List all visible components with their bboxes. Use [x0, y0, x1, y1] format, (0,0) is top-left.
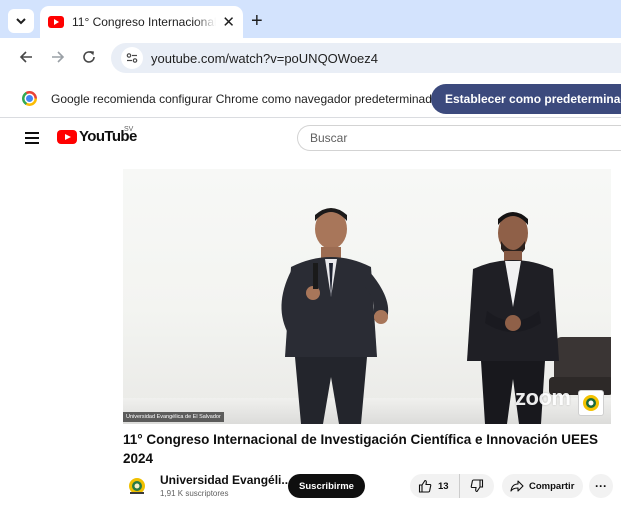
url-text: youtube.com/watch?v=poUNQOWoez4: [151, 50, 379, 66]
reload-icon: [83, 51, 95, 63]
address-bar[interactable]: youtube.com/watch?v=poUNQOWoez4: [111, 43, 621, 73]
tune-icon: [126, 53, 138, 63]
university-seal-icon: [129, 478, 145, 494]
default-browser-infobar: Google recomienda configurar Chrome como…: [0, 78, 621, 118]
tab-title: 11° Congreso Internacional de Investigac…: [72, 15, 217, 29]
like-button[interactable]: 13: [410, 474, 460, 498]
share-label: Compartir: [529, 480, 575, 492]
zoom-watermark-logo: zoom: [515, 385, 571, 410]
hamburger-menu-icon[interactable]: [25, 132, 39, 144]
site-info-button[interactable]: [121, 47, 143, 69]
active-tab[interactable]: 11° Congreso Internacional de Investigac…: [40, 6, 243, 38]
chevron-down-icon: [16, 17, 26, 24]
video-player[interactable]: zoom Universidad Evangélica de El Salvad…: [123, 169, 611, 424]
browser-tab-strip: 11° Congreso Internacional de Investigac…: [0, 0, 621, 38]
forward-button[interactable]: [47, 46, 69, 68]
university-watermark-text: Universidad Evangélica de El Salvador: [123, 412, 224, 422]
back-button[interactable]: [15, 46, 37, 68]
subscribe-button[interactable]: Suscribirme: [288, 474, 365, 498]
dislike-button[interactable]: [460, 474, 494, 498]
close-tab-icon[interactable]: ✕: [222, 15, 235, 30]
set-default-browser-button[interactable]: Establecer como predeterminado: [431, 84, 621, 114]
share-arrow-icon: [510, 480, 524, 492]
youtube-masthead: YouTube SV Buscar: [0, 119, 621, 159]
video-title: 11° Congreso Internacional de Investigac…: [123, 432, 599, 466]
search-input[interactable]: Buscar: [297, 125, 621, 151]
like-count: 13: [438, 480, 449, 492]
arrow-right-icon: [52, 51, 65, 63]
like-dislike-group: 13: [410, 474, 494, 498]
subscriber-count: 1,91 K suscriptores: [160, 489, 229, 498]
youtube-favicon-icon: [48, 16, 64, 28]
country-code: SV: [124, 126, 134, 133]
more-actions-button[interactable]: ···: [589, 474, 613, 498]
chrome-logo-icon: [22, 91, 37, 106]
new-tab-button[interactable]: +: [251, 11, 263, 31]
channel-avatar[interactable]: [125, 474, 149, 498]
channel-name[interactable]: Universidad Evangéli...: [160, 473, 291, 487]
channel-watermark-icon[interactable]: [578, 390, 604, 416]
university-seal-icon: [583, 395, 599, 411]
search-placeholder: Buscar: [310, 131, 348, 145]
reload-button[interactable]: [78, 46, 100, 68]
infobar-message: Google recomienda configurar Chrome como…: [51, 92, 439, 106]
speaker-left-figure: [281, 208, 389, 424]
youtube-play-icon: [57, 129, 77, 144]
thumbs-down-icon: [470, 479, 484, 493]
browser-toolbar: youtube.com/watch?v=poUNQOWoez4: [0, 38, 621, 78]
tab-search-button[interactable]: [8, 9, 34, 33]
thumbs-up-icon: [418, 479, 432, 493]
arrow-left-icon: [19, 51, 32, 63]
share-button[interactable]: Compartir: [502, 474, 583, 498]
